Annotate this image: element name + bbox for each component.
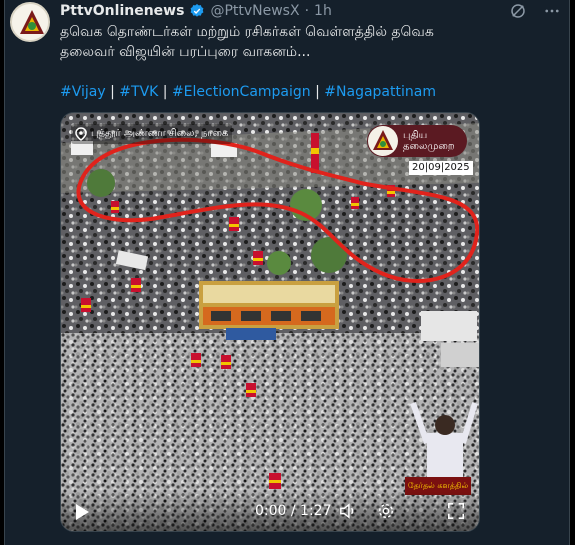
video-timecode: 0:00 / 1:27	[255, 503, 332, 519]
hashtag-vijay[interactable]: #Vijay	[60, 84, 106, 100]
tweet-text: தவெக தொண்டர்கள் மற்றும் ரசிகர்கள் வெள்ளத…	[60, 22, 550, 62]
hashtag-electioncampaign[interactable]: #ElectionCampaign	[172, 84, 311, 100]
hashtag-separator: |	[158, 84, 172, 100]
tweet-header: PttvOnlinenews @PttvNewsX · 1h	[60, 1, 332, 21]
settings-icon[interactable]	[377, 502, 395, 520]
channel-watermark: புதிய தலைமுறை	[367, 125, 467, 157]
more-icon[interactable]	[543, 2, 561, 20]
location-badge: புத்தூர் அண்ணா சிலை, நாகை	[71, 124, 233, 144]
header-actions	[509, 2, 561, 20]
video-controls: 0:00 / 1:27	[61, 491, 479, 531]
fullscreen-icon[interactable]	[447, 502, 465, 520]
display-name[interactable]: PttvOnlinenews	[60, 3, 184, 19]
play-icon[interactable]	[73, 503, 91, 521]
hashtag-list: #Vijay | #TVK | #ElectionCampaign | #Nag…	[60, 84, 436, 100]
location-pin-icon	[75, 127, 87, 141]
tweet-text-line2: தலைவர் விஜயின் பரப்புரை வாகனம்...	[60, 44, 311, 60]
channel-logo-icon	[12, 4, 48, 40]
timestamp[interactable]: 1h	[314, 3, 332, 19]
hashtag-nagapattinam[interactable]: #Nagapattinam	[324, 84, 436, 100]
handle[interactable]: @PttvNewsX	[210, 3, 299, 19]
grok-icon[interactable]	[509, 2, 527, 20]
channel-name-line2: தலைமுறை	[403, 141, 455, 152]
hashtag-separator: |	[310, 84, 325, 100]
channel-name-line1: புதிய	[403, 130, 428, 141]
hashtag-separator: |	[105, 84, 120, 100]
channel-logo-icon	[368, 126, 398, 156]
tweet-card: PttvOnlinenews @PttvNewsX · 1h தவெக தொண்…	[4, 0, 570, 545]
verified-badge-icon	[191, 4, 204, 17]
hashtag-tvk[interactable]: #TVK	[119, 84, 158, 100]
location-label: புத்தூர் அண்ணா சிலை, நாகை	[91, 128, 229, 139]
volume-icon[interactable]	[339, 502, 357, 520]
video-date: 20|09|2025	[409, 161, 473, 175]
avatar[interactable]	[10, 2, 50, 42]
tweet-text-line1: தவெக தொண்டர்கள் மற்றும் ரசிகர்கள் வெள்ளத…	[60, 24, 434, 40]
video-player[interactable]: புத்தூர் அண்ணா சிலை, நாகை புதிய தலைமுறை …	[60, 112, 480, 532]
separator-dot: ·	[304, 3, 310, 19]
crowd-scene-image	[61, 113, 479, 531]
